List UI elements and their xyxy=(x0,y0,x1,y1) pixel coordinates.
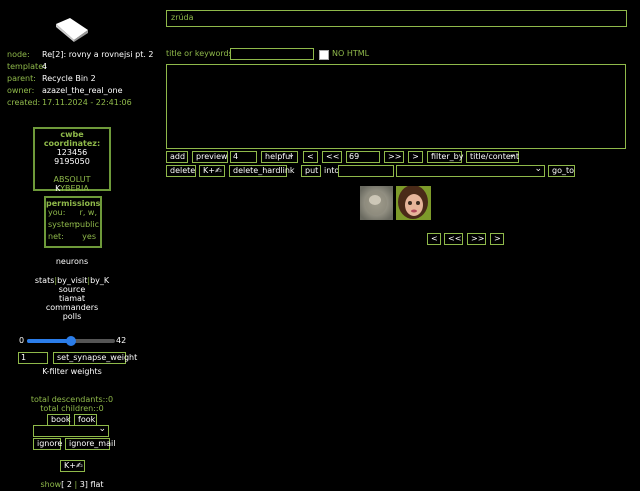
created-date: 17.11.2024 - 22:41:06 xyxy=(42,98,132,107)
add-button[interactable]: add xyxy=(166,151,188,163)
filter-by-button[interactable]: filter_by xyxy=(427,151,463,163)
keywords-input[interactable] xyxy=(230,48,314,60)
destination-select[interactable] xyxy=(396,164,545,177)
helpful-select[interactable]: helpful xyxy=(261,150,298,163)
perm-net-label: net: xyxy=(48,232,64,241)
template-label: template: xyxy=(7,62,46,71)
parent-label: parent: xyxy=(7,74,36,83)
by-k-link[interactable]: by_K xyxy=(90,276,109,285)
coordinate-2: 9195050 xyxy=(54,157,90,166)
owner-row: owner: azazel_the_real_one xyxy=(7,86,167,95)
perm-you-value: r, w, xyxy=(79,208,97,217)
node-name: Re[2]: rovny a rovnejsi pt. 2 xyxy=(42,50,154,59)
owner-link[interactable]: azazel_the_real_one xyxy=(42,86,123,95)
count-input[interactable]: 4 xyxy=(230,151,257,163)
avatar-blurred[interactable] xyxy=(360,186,393,220)
book-select[interactable] xyxy=(33,424,109,437)
ignore-button[interactable]: ignore xyxy=(33,438,62,450)
bracket: ] xyxy=(84,480,88,489)
commanders-link[interactable]: commanders xyxy=(0,303,144,312)
pager-last-button[interactable]: >> xyxy=(467,233,486,245)
total-children: total children::0 xyxy=(40,404,104,413)
kyberia-rest: YBERIA xyxy=(60,184,89,193)
node-row: node: Re[2]: rovny a rovnejsi pt. 2 xyxy=(7,50,167,59)
delete-button[interactable]: delete xyxy=(166,165,196,177)
pager-first-button[interactable]: << xyxy=(444,233,463,245)
view-mode-links: show[ 2 | 3] flat xyxy=(0,480,144,489)
into-input[interactable] xyxy=(338,165,394,177)
pager-next-button[interactable]: > xyxy=(490,233,504,245)
pager-prev-button[interactable]: < xyxy=(427,233,441,245)
no-html-label: NO HTML xyxy=(332,49,370,58)
helpful-value: helpful xyxy=(265,152,293,161)
content-textarea[interactable] xyxy=(166,64,626,149)
created-row: created: 17.11.2024 - 22:41:06 xyxy=(7,98,167,107)
stats-link[interactable]: stats xyxy=(35,276,55,285)
slider-max: 42 xyxy=(116,336,127,345)
k-filter-weights-link[interactable]: K-filter weights xyxy=(0,367,144,376)
first-button[interactable]: << xyxy=(322,151,342,163)
title-input[interactable]: zrúda xyxy=(166,10,627,27)
neurons-link[interactable]: neurons xyxy=(0,257,144,266)
permissions-title: permissions xyxy=(46,199,101,208)
last-button[interactable]: >> xyxy=(384,151,404,163)
preview-button[interactable]: preview xyxy=(192,151,228,163)
coordinates-title: cwbe coordinatez: xyxy=(43,130,101,148)
ignore-mail-button[interactable]: ignore_mail xyxy=(65,438,115,450)
bracket: [ xyxy=(61,480,65,489)
slider-fill xyxy=(27,339,71,343)
put-button[interactable]: put xyxy=(301,165,321,177)
owner-label: owner: xyxy=(7,86,35,95)
go-to-button[interactable]: go_to xyxy=(548,165,575,177)
slider-min: 0 xyxy=(19,336,25,345)
template-row: template:4 xyxy=(7,62,167,71)
offset-input[interactable]: 69 xyxy=(346,151,380,163)
k-plus-node-button[interactable]: K+✍ xyxy=(199,165,225,177)
template-link[interactable]: 4 xyxy=(42,62,47,71)
flat-link[interactable]: flat xyxy=(90,480,103,489)
filter-type-select[interactable]: title/content xyxy=(466,150,519,163)
created-label: created: xyxy=(7,98,41,107)
by-visit-link[interactable]: by_visit xyxy=(57,276,87,285)
permissions-box: permissions you: r, w, system: public net:… xyxy=(44,196,102,248)
synapse-slider[interactable] xyxy=(27,336,115,346)
perm-net-value: yes xyxy=(82,232,96,241)
coordinate-1: 123456 xyxy=(56,148,88,157)
k-plus-button[interactable]: K+✍ xyxy=(60,460,85,472)
perm-you-label: you: xyxy=(48,208,66,217)
prev-button[interactable]: < xyxy=(303,151,318,163)
perm-system-value: public xyxy=(74,220,99,229)
node-label: node: xyxy=(7,50,30,59)
polls-link[interactable]: polls xyxy=(0,312,144,321)
separator: | xyxy=(74,480,78,489)
filter-type-value: title/content xyxy=(470,152,519,161)
show-label: show xyxy=(40,480,62,489)
coordinates-box: cwbe coordinatez: 123456 9195050 ABSOLUT… xyxy=(33,127,111,193)
slider-thumb[interactable] xyxy=(66,336,76,346)
delete-hardlink-button[interactable]: delete_hardlink xyxy=(229,165,295,177)
parent-row: parent: Recycle Bin 2 xyxy=(7,74,167,83)
title-keywords-label: title or keywords:: xyxy=(166,49,239,58)
source-link[interactable]: source xyxy=(0,285,144,294)
set-synapse-weight-button[interactable]: set_synapse_weight xyxy=(53,352,137,364)
tiamat-link[interactable]: tiamat xyxy=(0,294,144,303)
next-button[interactable]: > xyxy=(408,151,423,163)
total-descendants: total descendants::0 xyxy=(30,395,114,404)
avatar-face[interactable] xyxy=(396,185,431,220)
view-2-link[interactable]: 2 xyxy=(67,480,72,489)
coordinate-absolut: ABSOLUT xyxy=(53,175,91,184)
synapse-weight-input[interactable]: 1 xyxy=(18,352,48,364)
stats-links: stats|by_visit|by_K xyxy=(0,276,144,285)
coordinate-kyberia: KYBERIA xyxy=(35,184,109,193)
parent-link[interactable]: Recycle Bin 2 xyxy=(42,74,96,83)
open-book-logo-icon[interactable] xyxy=(54,16,90,42)
no-html-checkbox[interactable] xyxy=(319,50,329,60)
